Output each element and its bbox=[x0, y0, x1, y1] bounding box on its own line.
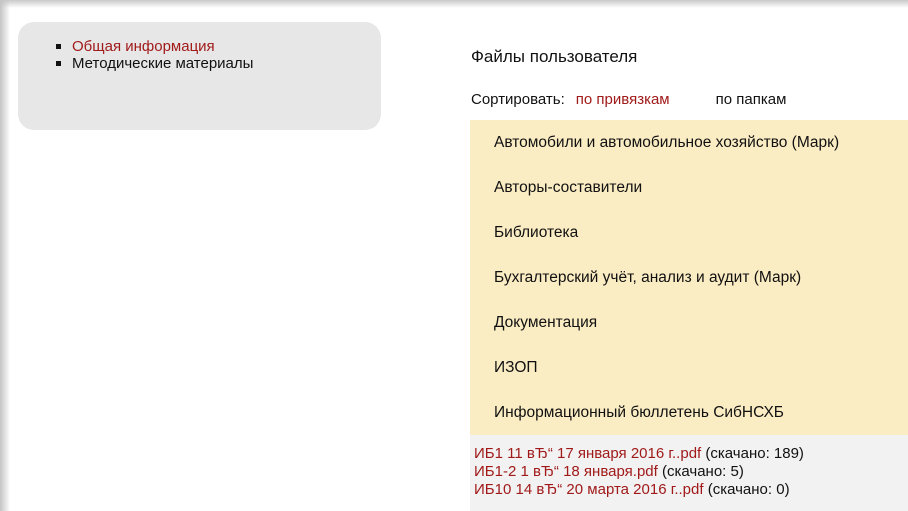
folder-row[interactable]: Документация bbox=[470, 300, 908, 345]
page: Общая информация Методические материалы … bbox=[0, 0, 908, 511]
folder-row[interactable]: Информационный бюллетень СибНСХБ bbox=[470, 390, 908, 435]
folder-row[interactable]: Библиотека bbox=[470, 210, 908, 255]
sort-by-folders-link[interactable]: по папкам bbox=[716, 91, 787, 108]
folder-row[interactable]: ИЗОП bbox=[470, 345, 908, 390]
bullet-icon bbox=[56, 61, 61, 66]
file-list: ИБ1 11 вЂ“ 17 января 2016 г..pdf (скачан… bbox=[470, 435, 908, 511]
folder-row[interactable]: Авторы-составители bbox=[470, 165, 908, 210]
file-item: ИБ1 11 вЂ“ 17 января 2016 г..pdf (скачан… bbox=[474, 445, 908, 463]
sidebar-item-label: Общая информация bbox=[72, 38, 215, 55]
sidebar-item-general-info[interactable]: Общая информация bbox=[56, 38, 381, 55]
left-shadow bbox=[0, 0, 10, 511]
file-link[interactable]: ИБ10 14 вЂ“ 20 марта 2016 г..pdf bbox=[474, 481, 704, 498]
file-link[interactable]: ИБ1 11 вЂ“ 17 января 2016 г..pdf bbox=[474, 445, 701, 462]
sidebar-item-methodical-materials[interactable]: Методические материалы bbox=[56, 55, 381, 72]
download-count: (скачано: 5) bbox=[661, 463, 744, 480]
main-content: Файлы пользователя Сортировать: по привя… bbox=[470, 0, 908, 511]
download-count: (скачано: 0) bbox=[707, 481, 790, 498]
file-item: ИБ1-2 1 вЂ“ 18 января.pdf (скачано: 5) bbox=[474, 463, 908, 481]
sidebar-menu: Общая информация Методические материалы bbox=[18, 22, 381, 130]
page-title: Файлы пользователя bbox=[471, 47, 638, 66]
sort-controls: Сортировать: по привязкам по папкам bbox=[471, 91, 786, 108]
sort-by-links-link[interactable]: по привязкам bbox=[576, 91, 670, 108]
bullet-icon bbox=[56, 44, 61, 49]
sidebar-item-label: Методические материалы bbox=[72, 55, 254, 72]
folder-row[interactable]: Автомобили и автомобильное хозяйство (Ма… bbox=[470, 120, 908, 165]
folder-list: Автомобили и автомобильное хозяйство (Ма… bbox=[470, 120, 908, 435]
folder-row[interactable]: Бухгалтерский учёт, анализ и аудит (Марк… bbox=[470, 255, 908, 300]
download-count: (скачано: 189) bbox=[705, 445, 804, 462]
sort-label: Сортировать: bbox=[471, 91, 565, 108]
file-item: ИБ10 14 вЂ“ 20 марта 2016 г..pdf (скачан… bbox=[474, 481, 908, 499]
file-link[interactable]: ИБ1-2 1 вЂ“ 18 января.pdf bbox=[474, 463, 658, 480]
